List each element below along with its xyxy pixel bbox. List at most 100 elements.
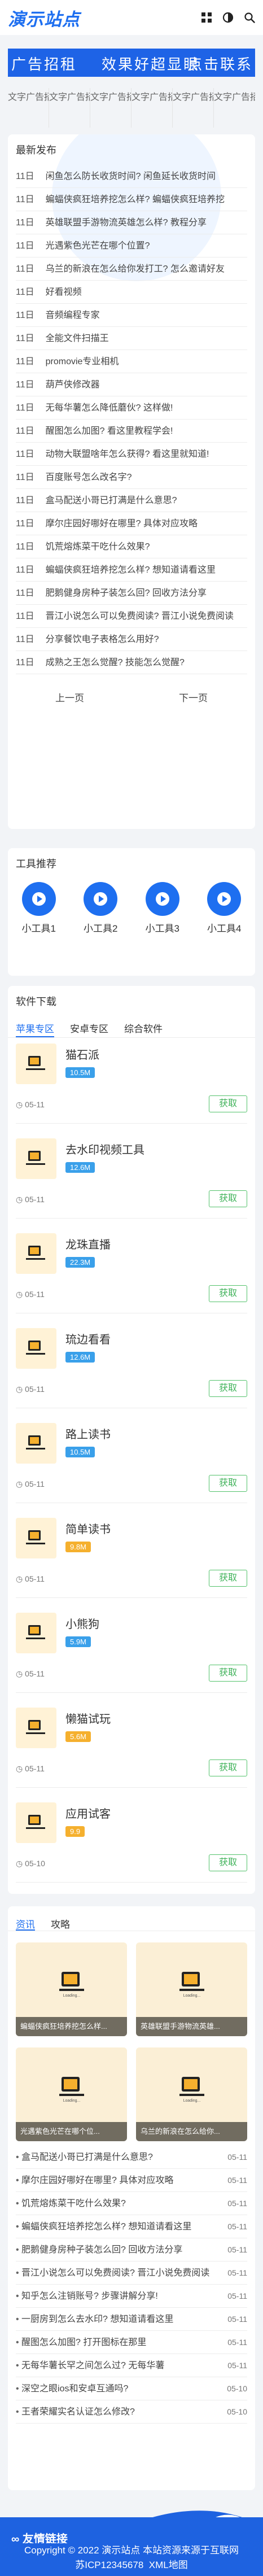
- get-button[interactable]: 获取: [209, 1570, 247, 1587]
- list-item[interactable]: 无每华薯长罕之间怎么过? 无每华薯05-11: [16, 2354, 247, 2377]
- thumb-caption: 英雄联盟手游物流英雄...: [136, 2017, 247, 2036]
- list-item[interactable]: 11日 分享餐饮电子表格怎么用好?: [16, 628, 247, 651]
- list-item[interactable]: 知乎怎么注销账号? 步骤讲解分享!05-11: [16, 2285, 247, 2308]
- site-logo[interactable]: 演示站点: [8, 5, 80, 30]
- list-item[interactable]: 肥鹅健身房种子装怎么回? 回收方法分享05-11: [16, 2238, 247, 2261]
- get-button[interactable]: 获取: [209, 1854, 247, 1871]
- list-item[interactable]: 11日 摩尔庄园好哪好在哪里? 具体对应攻略: [16, 512, 247, 535]
- software-item[interactable]: 琉边看看 12.6M ◷ 05-11 获取: [16, 1317, 247, 1408]
- get-button[interactable]: 获取: [209, 1759, 247, 1776]
- list-item[interactable]: 醒图怎么加图? 打开图标在那里05-11: [16, 2331, 247, 2354]
- latest-title: 最新发布: [16, 145, 56, 156]
- list-item[interactable]: 11日 英雄联盟手游物流英雄怎么样? 教程分享: [16, 211, 247, 234]
- software-item[interactable]: 小熊狗 5.9M ◷ 05-11 获取: [16, 1601, 247, 1693]
- list-item[interactable]: 王者荣耀实名认证怎么修改?05-10: [16, 2400, 247, 2424]
- software-item[interactable]: 懒猫试玩 5.6M ◷ 05-11 获取: [16, 1696, 247, 1788]
- svg-text:Loading...: Loading...: [63, 2099, 80, 2103]
- text-ad-item[interactable]: 文字广告招租中: [49, 88, 90, 128]
- list-item[interactable]: 11日 肥鹅健身房种子装怎么回? 回收方法分享: [16, 582, 247, 605]
- list-item[interactable]: 11日 好看视频: [16, 281, 247, 304]
- list-item[interactable]: 蝙蝠侠疯狂培养挖怎么样? 想知道请看这里05-11: [16, 2215, 247, 2238]
- ad-banner[interactable]: 广告招租 效果好超显眼 点击联系: [8, 49, 255, 77]
- next-page-link[interactable]: 下一页: [179, 690, 208, 704]
- tool-item[interactable]: 小工具2: [70, 882, 132, 935]
- text-ad-item[interactable]: 文字广告招租中: [132, 88, 173, 128]
- software-item[interactable]: 去水印视频工具 12.6M ◷ 05-11 获取: [16, 1127, 247, 1219]
- text-ad-item[interactable]: 文字广告招租中: [173, 88, 214, 128]
- prev-page-link[interactable]: 上一页: [55, 690, 84, 704]
- article-tabs: 资讯 攻略: [8, 1906, 255, 1931]
- get-button[interactable]: 获取: [209, 1475, 247, 1492]
- list-item[interactable]: 11日 晋江小说怎么可以免费阅读? 晋江小说免费阅读: [16, 605, 247, 628]
- article-list: 盒马配送小哥已打满是什么意思?05-11 摩尔庄园好哪好在哪里? 具体对应攻略0…: [8, 2141, 255, 2424]
- app-date: ◷ 05-10: [16, 1859, 45, 1868]
- list-item[interactable]: 深空之眼ios和安卓互通吗?05-10: [16, 2377, 247, 2400]
- header-icons: [201, 12, 255, 23]
- list-item[interactable]: 饥荒熔炼菜干吃什么效果?05-11: [16, 2192, 247, 2215]
- loading-image-icon: Loading...: [59, 2077, 84, 2103]
- get-button[interactable]: 获取: [209, 1380, 247, 1397]
- icp-link[interactable]: 苏ICP12345678: [75, 2560, 143, 2570]
- get-button[interactable]: 获取: [209, 1095, 247, 1112]
- text-ad-item[interactable]: 文字广告招租中: [8, 88, 49, 128]
- get-button[interactable]: 获取: [209, 1285, 247, 1302]
- app-size-badge: 9.8M: [65, 1542, 91, 1552]
- tool-item[interactable]: 小工具4: [194, 882, 256, 935]
- list-item[interactable]: 11日 葫芦侠修改器: [16, 373, 247, 396]
- list-item[interactable]: 摩尔庄园好哪好在哪里? 具体对应攻略05-11: [16, 2169, 247, 2192]
- list-item[interactable]: 11日 乌兰的新浪在怎么给你发打工? 怎么邀请好友: [16, 257, 247, 281]
- text-ad-item[interactable]: 文字广告招租中: [214, 88, 255, 128]
- get-button[interactable]: 获取: [209, 1190, 247, 1207]
- list-item[interactable]: 晋江小说怎么可以免费阅读? 晋江小说免费阅读05-11: [16, 2261, 247, 2285]
- tab-news[interactable]: 资讯: [16, 1913, 35, 1931]
- list-item[interactable]: 11日 盒马配送小哥已打满是什么意思?: [16, 489, 247, 512]
- tools-row: 小工具1 小工具2 小工具3 小工具4: [8, 871, 255, 935]
- app-icon: [16, 1802, 56, 1843]
- theme-toggle-icon[interactable]: [222, 12, 234, 23]
- article-thumb[interactable]: Loading... 乌兰的新浪在怎么给你...: [136, 2047, 247, 2141]
- app-date: ◷ 05-11: [16, 1479, 45, 1488]
- article-thumb[interactable]: Loading... 英雄联盟手游物流英雄...: [136, 1942, 247, 2036]
- list-item[interactable]: 11日 蝙蝠侠疯狂培养挖怎么样? 蝙蝠侠疯狂培养挖: [16, 188, 247, 211]
- tool-item[interactable]: 小工具3: [132, 882, 194, 935]
- search-icon[interactable]: [244, 12, 255, 23]
- software-item[interactable]: 应用试客 9.9 ◷ 05-10 获取: [16, 1791, 247, 1883]
- text-ad-item[interactable]: 文字广告招租中: [90, 88, 132, 128]
- list-item[interactable]: 11日 音频编程专家: [16, 304, 247, 327]
- app-date: ◷ 05-11: [16, 1574, 45, 1583]
- tab-guides[interactable]: 攻略: [51, 1913, 70, 1931]
- list-item[interactable]: 11日 闲鱼怎么防长收货时间? 闲鱼延长收货时间: [16, 165, 247, 188]
- software-item[interactable]: 简单读书 9.8M ◷ 05-11 获取: [16, 1507, 247, 1598]
- article-thumb[interactable]: Loading... 光遇紫色光芒在哪个位...: [16, 2047, 127, 2141]
- list-item[interactable]: 11日 动物大联盟啥年怎么获得? 看这里就知道!: [16, 443, 247, 466]
- app-date: ◷ 05-11: [16, 1385, 45, 1394]
- svg-text:Loading...: Loading...: [63, 1994, 80, 1998]
- software-title: 软件下载: [16, 996, 56, 1007]
- list-item[interactable]: 11日 光遇紫色光芒在哪个位置?: [16, 234, 247, 257]
- sitemap-link[interactable]: XML地图: [149, 2560, 188, 2570]
- list-item[interactable]: 11日 饥荒熔炼菜干吃什么效果?: [16, 535, 247, 558]
- tool-item[interactable]: 小工具1: [8, 882, 70, 935]
- software-item[interactable]: 龙珠直播 22.3M ◷ 05-11 获取: [16, 1222, 247, 1313]
- list-item[interactable]: 11日 成熟之王怎么觉醒? 技能怎么觉醒?: [16, 651, 247, 674]
- list-item[interactable]: 11日 promovie专业相机: [16, 350, 247, 373]
- list-item[interactable]: 盒马配送小哥已打满是什么意思?05-11: [16, 2146, 247, 2169]
- list-item[interactable]: 11日 无每华薯怎么降低蘑伙? 这样做!: [16, 396, 247, 420]
- article-thumb[interactable]: Loading... 蝙蝠侠疯狂培养挖怎么样...: [16, 1942, 127, 2036]
- software-item[interactable]: 猫石派 10.5M ◷ 05-11 获取: [16, 1032, 247, 1124]
- app-name: 去水印视频工具: [65, 1144, 144, 1156]
- app-name: 懒猫试玩: [65, 1713, 111, 1726]
- list-item[interactable]: 11日 蝙蝠侠疯狂培养挖怎么样? 想知道请看这里: [16, 558, 247, 582]
- list-item[interactable]: 一厨房到怎么去水印? 想知道请看这里05-11: [16, 2308, 247, 2331]
- app-size-badge: 22.3M: [65, 1257, 95, 1268]
- get-button[interactable]: 获取: [209, 1665, 247, 1682]
- list-item[interactable]: 11日 醒图怎么加图? 看这里教程学会!: [16, 420, 247, 443]
- list-item[interactable]: 11日 全能文件扫描王: [16, 327, 247, 350]
- grid-icon[interactable]: [201, 12, 212, 23]
- software-item[interactable]: 路上读书 10.5M ◷ 05-11 获取: [16, 1412, 247, 1503]
- ad-banner-text-1: 广告招租: [11, 56, 77, 73]
- top-header: 演示站点: [0, 0, 263, 35]
- app-size-badge: 5.9M: [65, 1636, 91, 1647]
- pagination: 上一页 下一页: [8, 674, 255, 704]
- list-item[interactable]: 11日 百度账号怎么改名字?: [16, 466, 247, 489]
